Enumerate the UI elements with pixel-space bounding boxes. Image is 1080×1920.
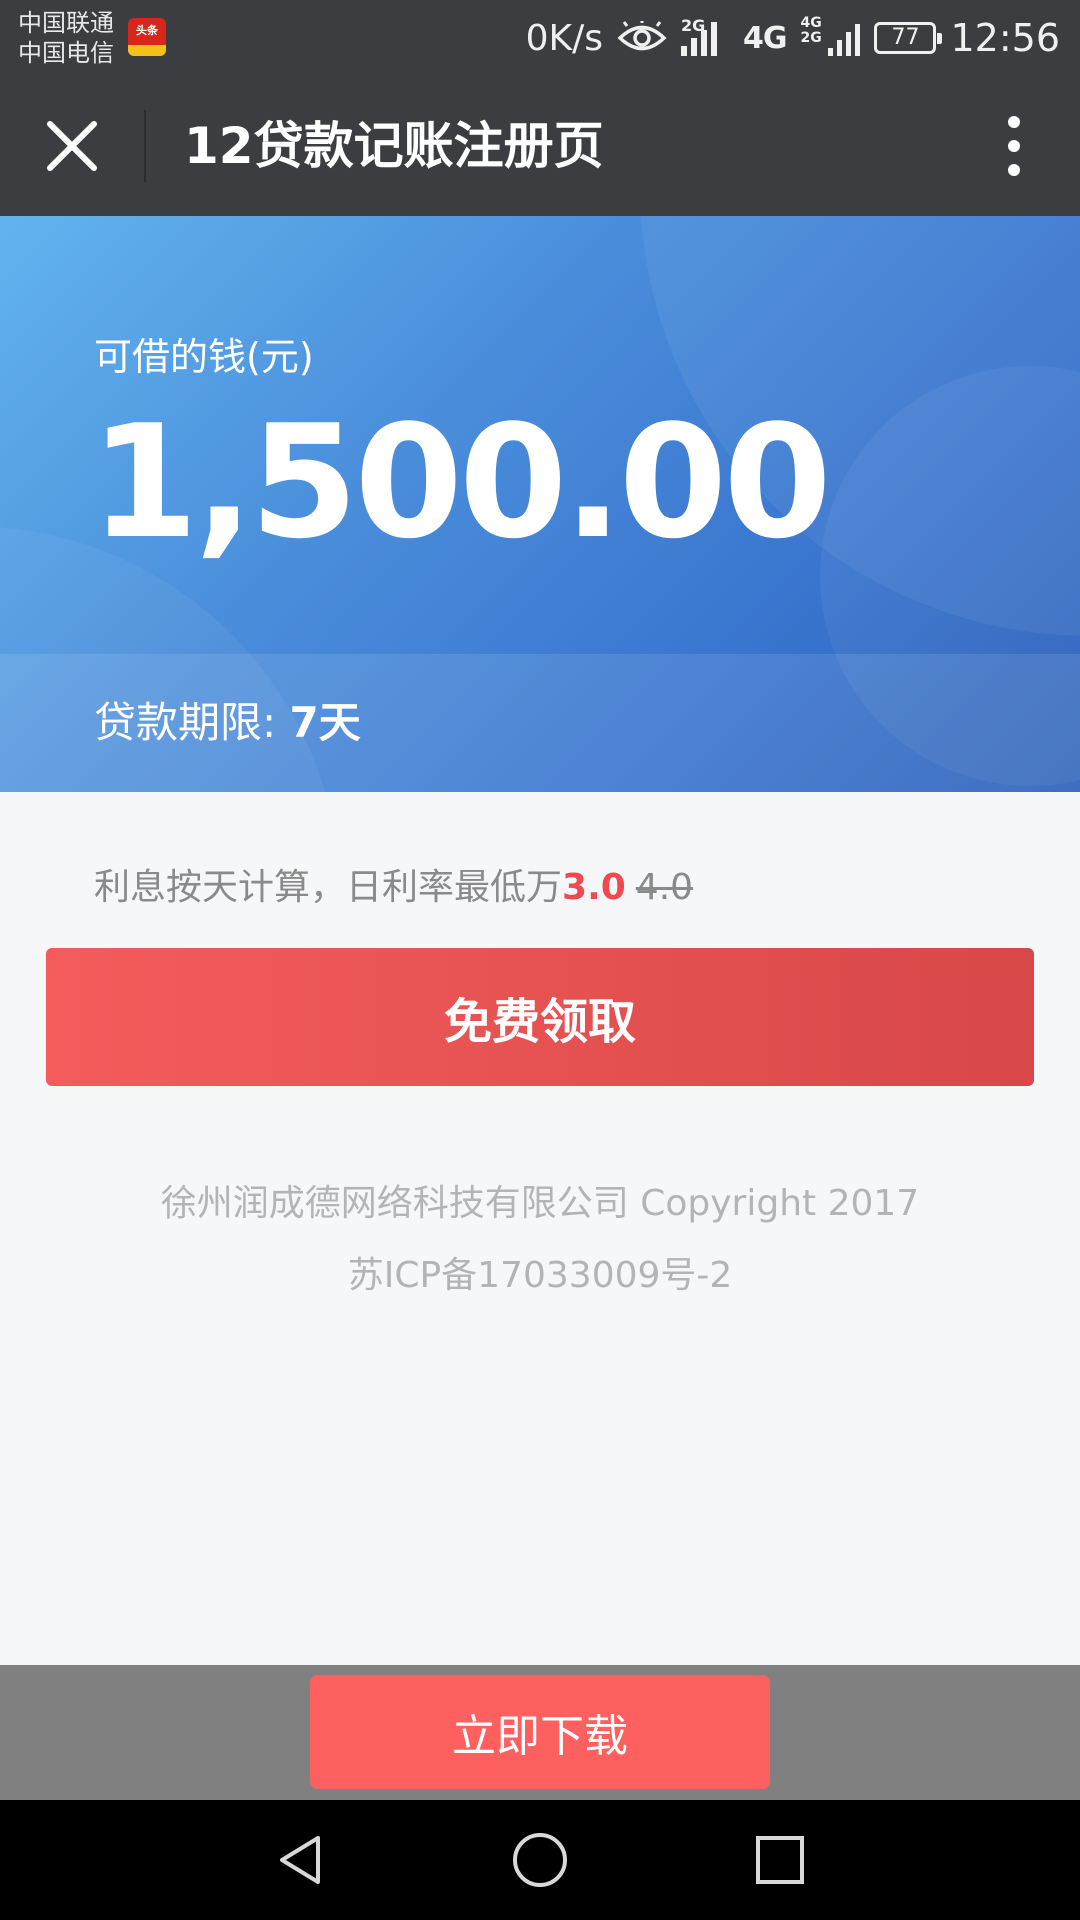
back-icon[interactable]: [270, 1830, 330, 1890]
term-label: 贷款期限:: [94, 698, 290, 747]
network-4g-icon: 4G: [742, 20, 787, 56]
title-divider: [144, 110, 146, 182]
carrier-info: 中国联通 中国电信: [18, 8, 114, 68]
rate-new-value: 3.0: [562, 867, 626, 908]
page-title: 12贷款记账注册页: [184, 117, 604, 175]
signal-icon-2: 4G 2G: [800, 16, 861, 56]
title-bar: 12贷款记账注册页: [0, 76, 1080, 216]
news-app-icon: 头条: [128, 18, 166, 56]
carrier-2: 中国电信: [18, 39, 114, 67]
loan-term-strip: 贷款期限: 7天: [0, 654, 1080, 792]
net-speed: 0K/s: [525, 17, 603, 59]
download-now-button[interactable]: 立即下载: [310, 1675, 770, 1789]
system-nav-bar: [0, 1800, 1080, 1920]
rate-text: 利息按天计算，日利率最低万: [94, 867, 563, 908]
signal-icon-1: 2G: [680, 16, 729, 56]
app-badge-text: 头条: [136, 24, 158, 37]
more-vertical-icon[interactable]: [984, 110, 1044, 182]
home-icon[interactable]: [510, 1830, 570, 1890]
carrier-1: 中国联通: [18, 9, 114, 37]
battery-icon: 77: [874, 22, 943, 54]
status-indicators: 0K/s 2G 4G 4G 2G 77 12:56: [526, 0, 1060, 76]
clock: 12:56: [950, 16, 1060, 60]
loan-amount-card: 可借的钱(元) 1,500.00 贷款期限: 7天: [0, 216, 1080, 792]
icp-number: 苏ICP备17033009号-2: [347, 1255, 733, 1296]
interest-rate-info: 利息按天计算，日利率最低万3.0 4.0: [94, 858, 693, 910]
eye-icon: [617, 21, 667, 51]
amount-label: 可借的钱(元): [94, 335, 314, 379]
amount-value: 1,500.00: [90, 391, 832, 573]
download-bar: 立即下载: [0, 1665, 1080, 1800]
footer-copyright: 徐州润成德网络科技有限公司 Copyright 2017 苏ICP备170330…: [0, 1168, 1080, 1312]
close-icon[interactable]: [36, 110, 108, 182]
status-bar: 中国联通 中国电信 头条 0K/s 2G 4G 4G 2G 77 12:56: [0, 0, 1080, 76]
rate-old-value: 4.0: [635, 867, 694, 908]
loan-term: 贷款期限: 7天: [94, 654, 361, 792]
claim-free-button[interactable]: 免费领取: [46, 948, 1034, 1086]
recent-apps-icon[interactable]: [750, 1830, 810, 1890]
page: 中国联通 中国电信 头条 0K/s 2G 4G 4G 2G 77 12:56 1…: [0, 0, 1080, 1920]
company-copyright: 徐州润成德网络科技有限公司 Copyright 2017: [160, 1183, 920, 1224]
term-value: 7天: [289, 698, 361, 747]
